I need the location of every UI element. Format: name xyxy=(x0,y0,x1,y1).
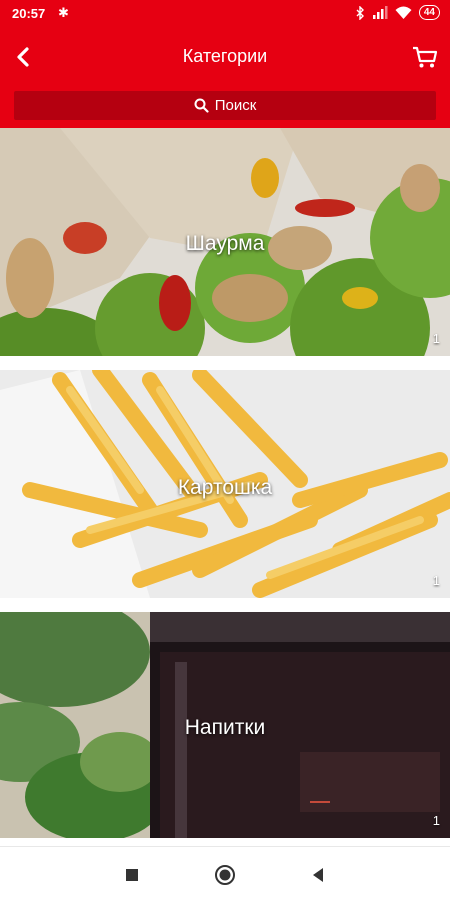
search-button[interactable]: Поиск xyxy=(14,91,436,120)
category-count: 1 xyxy=(432,573,440,588)
home-icon[interactable] xyxy=(213,863,237,887)
system-nav-bar xyxy=(0,846,450,901)
category-count: 1 xyxy=(432,331,440,346)
category-card-fries[interactable]: Картошка 1 xyxy=(0,370,450,598)
category-card-drinks[interactable]: Напитки 1 xyxy=(0,612,450,838)
category-name: Картошка xyxy=(177,476,273,499)
back-icon[interactable] xyxy=(306,863,330,887)
category-card-shawarma[interactable]: Шаурма 1 xyxy=(0,128,450,356)
search-bar-container: Поиск xyxy=(0,88,450,128)
status-bar: 20:57 ✱ 44 xyxy=(0,0,450,28)
signal-icon xyxy=(372,6,388,19)
search-label: Поиск xyxy=(214,97,257,114)
status-icons: 44 xyxy=(356,5,440,20)
category-name: Напитки xyxy=(184,716,266,739)
wifi-icon xyxy=(395,6,412,19)
search-icon xyxy=(194,98,209,113)
category-count: 1 xyxy=(432,813,440,828)
app-bar: Категории xyxy=(0,28,450,88)
status-time: 20:57 xyxy=(12,6,46,21)
bug-icon: ✱ xyxy=(58,5,69,20)
recents-icon[interactable] xyxy=(120,863,144,887)
bluetooth-icon xyxy=(356,5,364,20)
page-title: Категории xyxy=(182,46,268,66)
category-name: Шаурма xyxy=(185,232,265,255)
battery-indicator: 44 xyxy=(418,5,440,20)
cart-icon[interactable] xyxy=(408,40,442,74)
